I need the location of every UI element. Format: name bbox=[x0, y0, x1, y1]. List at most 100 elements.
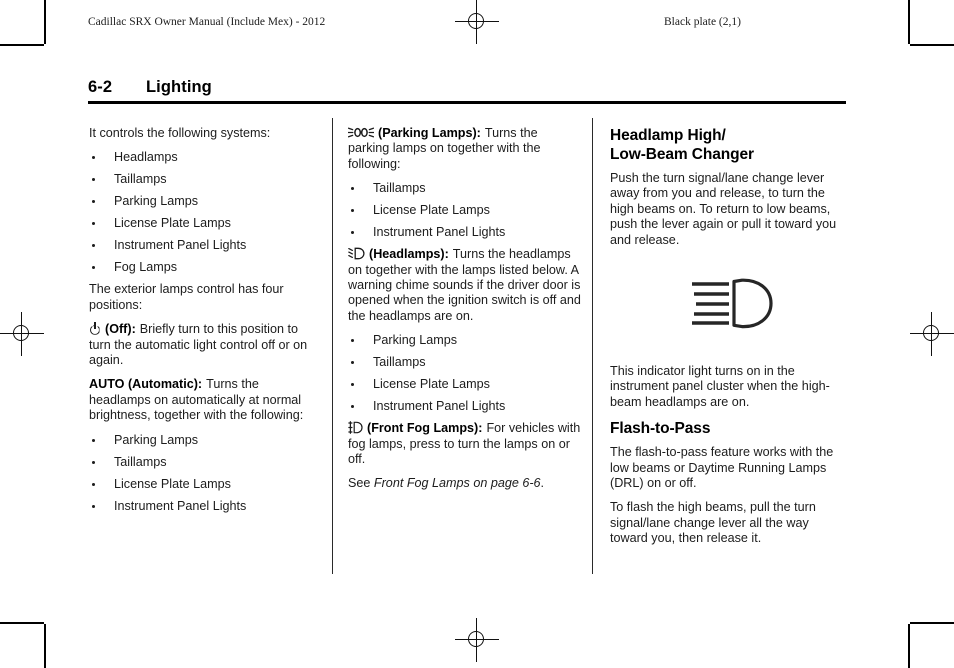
bullet-dot bbox=[351, 361, 354, 365]
parking-lamps-icon bbox=[348, 126, 374, 139]
section-title: Lighting bbox=[146, 78, 212, 96]
list-item-label: License Plate Lamps bbox=[373, 203, 490, 218]
list-item-label: Taillamps bbox=[114, 172, 167, 187]
registration-mark-left bbox=[0, 312, 44, 356]
parking-lamps-list: Taillamps License Plate Lamps Instrument… bbox=[348, 181, 582, 240]
list-item-label: Taillamps bbox=[114, 454, 167, 469]
cross-reference-prefix: See bbox=[348, 476, 371, 491]
list-item-label: Parking Lamps bbox=[114, 432, 198, 447]
front-fog-lamps-term-label: (Front Fog Lamps): bbox=[367, 421, 483, 436]
list-item: License Plate Lamps bbox=[89, 216, 323, 231]
bullet-dot bbox=[92, 504, 95, 508]
list-item: Instrument Panel Lights bbox=[89, 499, 323, 514]
list-item: Parking Lamps bbox=[89, 194, 323, 209]
list-item-label: Instrument Panel Lights bbox=[114, 498, 247, 513]
column-divider-1 bbox=[332, 118, 333, 574]
list-item-label: Parking Lamps bbox=[114, 194, 198, 209]
systems-list: Headlamps Taillamps Parking Lamps Licens… bbox=[89, 150, 323, 275]
cross-reference-suffix: . bbox=[540, 476, 545, 491]
list-item-label: Headlamps bbox=[114, 150, 178, 165]
auto-lamps-list: Parking Lamps Taillamps License Plate La… bbox=[89, 433, 323, 514]
bullet-dot bbox=[92, 156, 95, 160]
text-column-1: It controls the following systems: Headl… bbox=[89, 126, 323, 521]
crop-mark-bottom-left-horizontal bbox=[0, 622, 44, 624]
high-low-beam-paragraph: Push the turn signal/lane change lever a… bbox=[610, 171, 837, 247]
list-item: Instrument Panel Lights bbox=[348, 399, 582, 414]
high-beam-indicator-paragraph: This indicator light turns on in the ins… bbox=[610, 364, 830, 409]
off-term-label: (Off): bbox=[105, 322, 136, 337]
parking-lamps-term-label: (Parking Lamps): bbox=[378, 126, 481, 140]
list-item: Parking Lamps bbox=[89, 433, 323, 448]
running-head-left: Cadillac SRX Owner Manual (Include Mex) … bbox=[88, 16, 326, 28]
crop-mark-top-right-vertical bbox=[908, 0, 910, 44]
bullet-dot bbox=[92, 178, 95, 182]
heading-flash-to-pass: Flash-to-Pass bbox=[610, 420, 711, 438]
list-item: Taillamps bbox=[89, 172, 323, 187]
list-item: Taillamps bbox=[348, 181, 582, 196]
bullet-dot bbox=[351, 231, 354, 235]
high-beam-indicator-icon bbox=[679, 277, 775, 333]
crop-mark-bottom-left-vertical bbox=[44, 624, 46, 668]
list-item-label: License Plate Lamps bbox=[114, 216, 231, 231]
parking-lamps-paragraph: (Parking Lamps): Turns the parking lamps … bbox=[348, 126, 582, 172]
positions-intro-paragraph: The exterior lamps control has four posi… bbox=[89, 282, 284, 312]
list-item: Instrument Panel Lights bbox=[348, 225, 582, 240]
bullet-dot bbox=[92, 460, 95, 464]
headlamps-icon bbox=[348, 247, 365, 260]
registration-mark-top bbox=[455, 0, 499, 44]
intro-paragraph: It controls the following systems: bbox=[89, 126, 271, 140]
auto-term-label: AUTO (Automatic): bbox=[89, 377, 203, 392]
heading-headlamp-high-low-beam-changer: Headlamp High/ Low-Beam Changer bbox=[610, 126, 844, 164]
crop-mark-top-right-horizontal bbox=[910, 44, 954, 46]
list-item: Taillamps bbox=[89, 455, 323, 470]
running-head-right: Black plate (2,1) bbox=[664, 16, 741, 28]
list-item: License Plate Lamps bbox=[348, 203, 582, 218]
cross-reference-link[interactable]: Front Fog Lamps on page 6-6 bbox=[374, 476, 541, 490]
list-item-label: Taillamps bbox=[373, 355, 426, 370]
page-title: 6-2 Lighting bbox=[88, 78, 846, 97]
bullet-dot bbox=[92, 438, 95, 442]
text-column-3: Headlamp High/ Low-Beam Changer Push the… bbox=[610, 126, 844, 556]
crop-mark-top-left-horizontal bbox=[0, 44, 44, 46]
crop-mark-bottom-right-vertical bbox=[908, 624, 910, 668]
list-item: License Plate Lamps bbox=[89, 477, 323, 492]
flash-to-pass-paragraph-1: The flash-to-pass feature works with the… bbox=[610, 445, 834, 491]
list-item: License Plate Lamps bbox=[348, 377, 582, 392]
bullet-dot bbox=[92, 200, 95, 204]
auto-position-paragraph: AUTO (Automatic): Turns the headlamps on … bbox=[89, 377, 323, 423]
list-item-label: Taillamps bbox=[373, 181, 426, 196]
power-off-icon bbox=[89, 322, 101, 335]
registration-mark-bottom bbox=[455, 618, 499, 662]
registration-mark-right bbox=[910, 312, 954, 356]
bullet-dot bbox=[351, 383, 354, 387]
heading-line-2: Low-Beam Changer bbox=[610, 146, 754, 163]
off-position-paragraph: (Off): Briefly turn to this position to t… bbox=[89, 322, 323, 368]
list-item: Taillamps bbox=[348, 355, 582, 370]
bullet-dot bbox=[351, 405, 354, 409]
flash-to-pass-paragraph-2: To flash the high beams, pull the turn s… bbox=[610, 500, 816, 546]
bullet-dot bbox=[92, 222, 95, 226]
list-item-label: Fog Lamps bbox=[114, 260, 177, 275]
bullet-dot bbox=[92, 482, 95, 486]
bullet-dot bbox=[351, 209, 354, 213]
list-item: Parking Lamps bbox=[348, 333, 582, 348]
list-item-label: Instrument Panel Lights bbox=[114, 238, 247, 253]
list-item-label: License Plate Lamps bbox=[373, 377, 490, 392]
front-fog-lamps-paragraph: (Front Fog Lamps): For vehicles with fog … bbox=[348, 421, 582, 467]
high-beam-indicator-figure bbox=[610, 268, 844, 342]
headlamps-term-label: (Headlamps): bbox=[369, 247, 449, 262]
text-column-2: (Parking Lamps): Turns the parking lamps … bbox=[348, 126, 582, 501]
page-number: 6-2 bbox=[88, 78, 113, 96]
heading-line-1: Headlamp High/ bbox=[610, 127, 726, 144]
bullet-dot bbox=[92, 244, 95, 248]
headlamps-paragraph: (Headlamps): Turns the headlamps on toget… bbox=[348, 247, 582, 324]
bullet-dot bbox=[351, 187, 354, 191]
list-item: Fog Lamps bbox=[89, 260, 323, 275]
list-item-label: Parking Lamps bbox=[373, 333, 457, 348]
column-divider-2 bbox=[592, 118, 593, 574]
list-item: Instrument Panel Lights bbox=[89, 238, 323, 253]
list-item-label: License Plate Lamps bbox=[114, 476, 231, 491]
crop-mark-top-left-vertical bbox=[44, 0, 46, 44]
cross-reference-paragraph: See Front Fog Lamps on page 6-6. bbox=[348, 476, 582, 491]
headlamps-list: Parking Lamps Taillamps License Plate La… bbox=[348, 333, 582, 414]
